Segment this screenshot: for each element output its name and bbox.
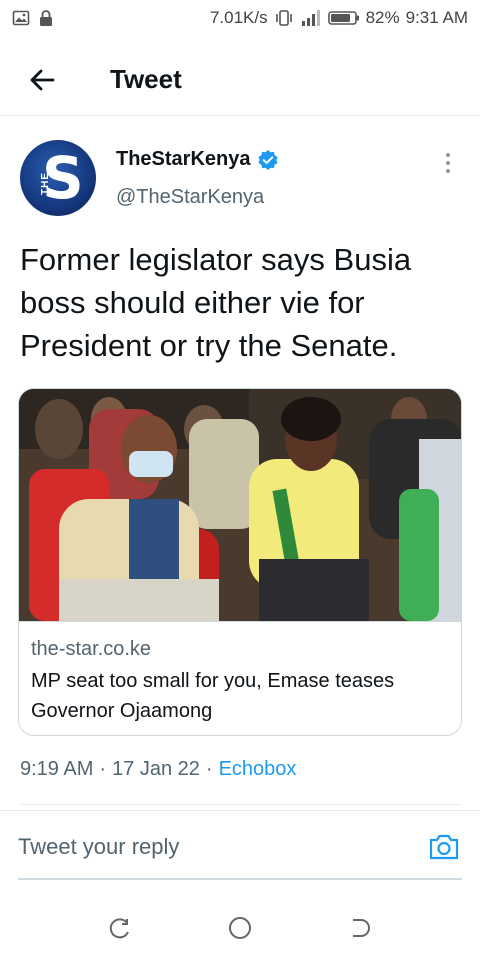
back-nav-button[interactable] xyxy=(340,908,380,948)
author-name-text: TheStarKenya xyxy=(116,148,251,170)
signal-icon xyxy=(300,9,322,27)
tweet-source-link[interactable]: Echobox xyxy=(219,758,297,781)
network-speed: 7.01K/s xyxy=(209,8,268,27)
clock: 9:31 AM xyxy=(405,8,468,27)
reply-underline xyxy=(18,878,462,880)
meta-separator: · xyxy=(99,758,107,780)
tweet-date: 17 Jan 22 xyxy=(112,758,200,780)
status-left xyxy=(12,9,54,27)
more-options-button[interactable] xyxy=(436,148,460,178)
image-icon xyxy=(12,9,30,27)
arrow-left-icon xyxy=(30,69,55,90)
status-bar: 7.01K/s 82% 9:31 AM xyxy=(0,0,480,36)
lock-icon xyxy=(38,9,54,27)
card-image xyxy=(19,389,461,621)
tweet-meta: 9:19 AM · 17 Jan 22 · Echobox xyxy=(20,758,296,781)
battery-percent: 82% xyxy=(365,8,400,27)
recent-apps-icon xyxy=(109,918,129,939)
back-nav-icon xyxy=(353,919,370,937)
status-right: 7.01K/s 82% 9:31 AM xyxy=(210,8,468,28)
card-title: MP seat too small for you, Emase teases … xyxy=(31,670,395,722)
meta-separator: · xyxy=(205,758,213,780)
back-button[interactable] xyxy=(2,44,82,116)
avatar-small-text: THE xyxy=(40,172,51,195)
card-domain: the-star.co.ke xyxy=(31,638,152,660)
divider xyxy=(20,804,462,805)
author-handle[interactable]: @TheStarKenya xyxy=(116,186,264,209)
avatar[interactable]: S THE xyxy=(20,140,96,216)
system-nav-bar xyxy=(0,896,480,960)
battery-icon xyxy=(327,10,360,26)
reply-input[interactable] xyxy=(18,825,390,869)
author-row: S THE TheStarKenya @TheStarKenya xyxy=(20,140,460,220)
card-photo xyxy=(19,389,461,621)
tweet-time: 9:19 AM xyxy=(20,758,94,780)
camera-button[interactable] xyxy=(428,831,460,863)
recent-apps-button[interactable] xyxy=(100,908,140,948)
tweet-text: Former legislator says Busia boss should… xyxy=(20,242,412,363)
vibrate-icon xyxy=(274,9,294,27)
card-text: the-star.co.ke MP seat too small for you… xyxy=(19,621,461,735)
home-icon xyxy=(229,917,251,939)
page-title: Tweet xyxy=(110,64,182,94)
author-name[interactable]: TheStarKenya xyxy=(116,148,279,171)
home-button[interactable] xyxy=(220,908,260,948)
verified-badge-icon xyxy=(257,149,278,170)
more-dot-icon xyxy=(446,169,450,173)
more-dot-icon xyxy=(446,153,450,157)
more-dot-icon xyxy=(446,161,450,165)
app-header: Tweet xyxy=(0,44,480,116)
camera-icon xyxy=(429,834,459,860)
reply-bar xyxy=(0,810,480,880)
link-card[interactable]: the-star.co.ke MP seat too small for you… xyxy=(18,388,462,736)
